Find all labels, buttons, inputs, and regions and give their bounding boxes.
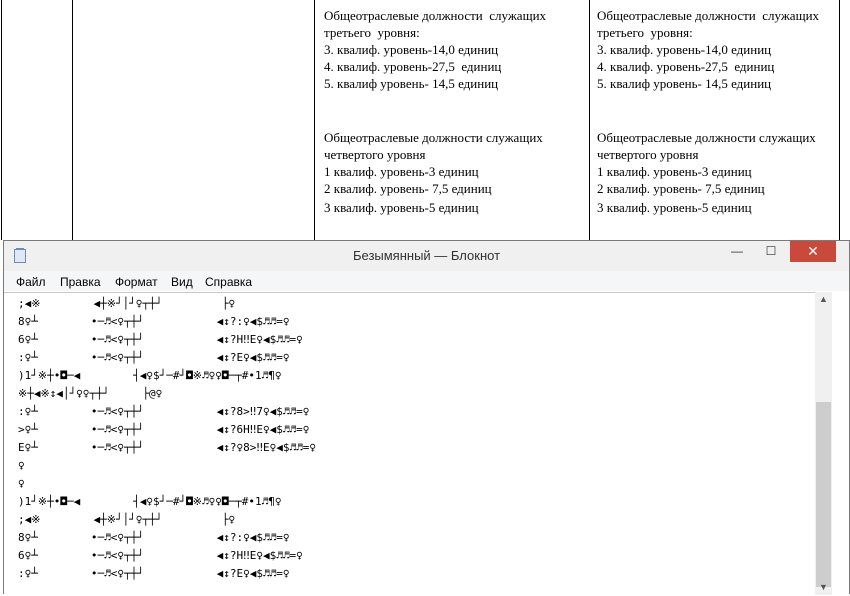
editor-line: 8♀┴ •─♬<♀┬┼┘ ◀↕?:♀◀$♬♬=♀ <box>18 531 290 544</box>
menu-view[interactable]: Вид <box>171 275 193 289</box>
editor-line: :♀┴ •─♬<♀┬┼┘ ◀↕?E♀◀$♬♬=♀ <box>18 351 290 364</box>
col4-block2-line2: четвертого уровня <box>597 147 699 162</box>
text-edit-area[interactable]: ;◀※ ◀┼※┘│┘♀┬┼┘ ├♀ 8♀┴ •─♬<♀┬┼┘ ◀↕?:♀◀$♬♬… <box>4 292 815 596</box>
editor-line: :♀┴ •─♬<♀┬┼┘ ◀↕?E♀◀$♬♬=♀ <box>18 567 290 580</box>
editor-line: 8♀┴ •─♬<♀┬┼┘ ◀↕?:♀◀$♬♬=♀ <box>18 315 290 328</box>
table-border-col1 <box>72 0 73 240</box>
col3-block1-line1: Общеотраслевые должности служащих <box>324 8 547 23</box>
col4-block1-line3: 3. квалиф. уровень-14,0 единиц <box>597 42 772 57</box>
col4-block2-line4: 2 квалиф. уровень- 7,5 единиц <box>597 181 765 196</box>
title-bar[interactable]: Безымянный — Блокнот — ☐ ✕ <box>4 241 849 271</box>
editor-line: :♀┴ •─♬<♀┬┼┘ ◀↕?8>‼7♀◀$♬♬=♀ <box>18 405 310 418</box>
minimize-button[interactable]: — <box>720 241 754 262</box>
editor-line: )1┘※┼•◘─◀ ┤◀♀$┘─#┘◘※♬♀♀◘─┬#•1♬¶♀ <box>18 369 282 382</box>
col3-block2-line3: 1 квалиф. уровень-3 единиц <box>324 164 479 179</box>
col4-block1-line5: 5. квалиф уровень- 14,5 единиц <box>597 76 772 91</box>
close-button[interactable]: ✕ <box>790 241 836 262</box>
col4-block2-line3: 1 квалиф. уровень-3 единиц <box>597 164 752 179</box>
editor-line: 6♀┴ •─♬<♀┬┼┘ ◀↕?H‼E♀◀$♬♬=♀ <box>18 549 303 562</box>
document-table: Общеотраслевые должности служащих третье… <box>0 0 850 240</box>
table-border-right <box>839 0 840 240</box>
col4-block1-line2: третьего уровня: <box>597 25 693 40</box>
table-border-col3 <box>589 0 590 240</box>
scroll-up-icon[interactable]: ▲ <box>815 294 832 308</box>
editor-line: ;◀※ ◀┼※┘│┘♀┬┼┘ ├♀ <box>18 513 236 526</box>
editor-line: ;◀※ ◀┼※┘│┘♀┬┼┘ ├♀ <box>18 297 236 310</box>
scroll-thumb[interactable] <box>816 402 831 587</box>
col3-block2-line1: Общеотраслевые должности служащих <box>324 130 543 145</box>
col3-block2-line4: 2 квалиф. уровень- 7,5 единиц <box>324 181 492 196</box>
menu-help[interactable]: Справка <box>205 275 252 289</box>
editor-line: E♀┴ •─♬<♀┬┼┘ ◀↕?♀8>‼E♀◀$♬♬=♀ <box>18 441 317 454</box>
menu-bar: Файл Правка Формат Вид Справка <box>4 271 849 291</box>
table-border-col2 <box>314 0 315 240</box>
menu-format[interactable]: Формат <box>115 275 158 289</box>
col4-block1-line1: Общеотраслевые должности служащих <box>597 8 820 23</box>
editor-line: ♀ <box>18 477 25 490</box>
editor-line: ♀ <box>18 459 25 472</box>
col4-block2-line1: Общеотраслевые должности служащих <box>597 130 816 145</box>
editor-line: 6♀┴ •─♬<♀┬┼┘ ◀↕?H‼E♀◀$♬♬=♀ <box>18 333 303 346</box>
editor-line: )1┘※┼•◘─◀ ┤◀♀$┘─#┘◘※♬♀♀◘─┬#•1♬¶♀ <box>18 495 282 508</box>
menu-file[interactable]: Файл <box>16 275 46 289</box>
notepad-window: Безымянный — Блокнот — ☐ ✕ Файл Правка Ф… <box>3 240 850 596</box>
menu-edit[interactable]: Правка <box>60 275 101 289</box>
col3-block2-line2: четвертого уровня <box>324 147 426 162</box>
col3-block1-line3: 3. квалиф. уровень-14,0 единиц <box>324 42 499 57</box>
col4-block1-line4: 4. квалиф. уровень-27,5 единиц <box>597 59 775 74</box>
col4-block2-line5: 3 квалиф. уровень-5 единиц <box>597 200 752 215</box>
col3-block1-line4: 4. квалиф. уровень-27,5 единиц <box>324 59 502 74</box>
editor-line: ※┼◀※↕◀│┘♀♀┬┼┘ ├@♀ <box>18 387 163 400</box>
col3-block2-line5: 3 квалиф. уровень-5 единиц <box>324 200 479 215</box>
maximize-button[interactable]: ☐ <box>754 241 788 262</box>
col3-block1-line5: 5. квалиф уровень- 14,5 единиц <box>324 76 499 91</box>
table-border-left <box>1 0 2 240</box>
editor-line: >♀┴ •─♬<♀┬┼┘ ◀↕?6H‼E♀◀$♬♬=♀ <box>18 423 310 436</box>
col3-block1-line2: третьего уровня: <box>324 25 420 40</box>
vertical-scrollbar[interactable]: ▲ ▼ <box>815 292 832 595</box>
